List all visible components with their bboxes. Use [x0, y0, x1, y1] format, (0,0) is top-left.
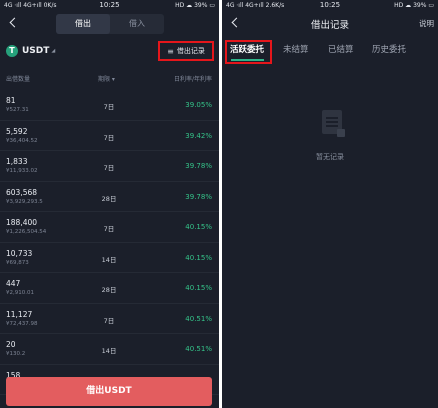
offer-row[interactable]: 11,127 ¥72,437.98 7日 40.51%	[0, 304, 219, 334]
records-tabs: 活跃委托 未结算 已结算 历史委托	[222, 39, 438, 65]
offer-term: 7日	[103, 103, 115, 111]
lend-usdt-button[interactable]: 借出USDT	[6, 377, 212, 406]
offer-term: 7日	[103, 133, 115, 142]
lending-market-panel: 4G ⋅ıll 4G+ıll 0K/s 10:25 HD ☁ 39% ▭ 借出 …	[0, 0, 219, 408]
tab-unsettled[interactable]: 未结算	[283, 43, 309, 55]
status-bar: 4G ⋅ıll 4G+ıll 0K/s 10:25 HD ☁ 39% ▭	[0, 0, 219, 12]
offer-term: 14日	[101, 255, 117, 264]
tab-lend[interactable]: 借出	[56, 14, 110, 34]
caret-down-icon: ◢	[51, 48, 56, 54]
offer-value-cny: ¥36,404.52	[6, 137, 38, 144]
offer-row[interactable]: 81 ¥527.31 7日 39.05%	[0, 90, 219, 121]
offer-quantity: 5,592	[6, 126, 28, 136]
offer-term: 7日	[103, 316, 115, 325]
offer-row[interactable]: 20 ¥130.2 14日 40.51%	[0, 334, 219, 365]
offer-quantity: 447	[6, 279, 21, 288]
offer-term: 14日	[101, 347, 117, 355]
offer-value-cny: ¥130.2	[6, 351, 26, 357]
offer-quantity: 10,733	[6, 248, 33, 258]
offer-rate: 39.05%	[185, 101, 212, 109]
offer-value-cny: ¥527.31	[6, 107, 29, 113]
offer-row[interactable]: 603,568 ¥3,929,293.5 28日 39.78%	[0, 182, 219, 212]
offer-rate: 40.51%	[185, 345, 212, 353]
page-title: 借出记录	[310, 20, 349, 31]
offer-quantity: 11,127	[6, 309, 33, 319]
offer-value-cny: ¥11,933.02	[6, 168, 38, 174]
offer-quantity: 603,568	[6, 187, 38, 197]
status-bar: 4G ⋅ıll 4G+ıll 2.6K/s 10:25 HD ☁ 39% ▭	[222, 0, 438, 12]
coin-selector[interactable]: T USDT ◢	[6, 44, 55, 58]
offer-term: 28日	[101, 286, 117, 294]
lending-offers-table: 81 ¥527.31 7日 39.05% 5,592 ¥36,404.52 7日 39.42%…	[0, 90, 219, 395]
offer-rate: 40.51%	[185, 314, 212, 323]
column-header-rate: 日利率/年利率	[173, 76, 212, 83]
offer-rate: 39.78%	[185, 192, 212, 201]
help-link[interactable]: 说明	[419, 18, 434, 29]
offer-term: 7日	[103, 164, 115, 172]
offer-row[interactable]: 5,592 ¥36,404.52 7日 39.42%	[0, 121, 219, 151]
lending-records-panel: 4G ⋅ıll 4G+ıll 2.6K/s 10:25 HD ☁ 39% ▭ 借…	[222, 0, 438, 408]
empty-state-text: 暂无记录	[316, 153, 344, 161]
offer-rate: 40.15%	[185, 223, 212, 231]
offer-rate: 40.15%	[185, 253, 212, 262]
column-header-term[interactable]: 期限 ▾	[98, 74, 115, 83]
column-header-term-label: 期限	[98, 76, 111, 83]
offer-value-cny: ¥69,873	[6, 259, 29, 266]
offer-value-cny: ¥1,226,504.54	[6, 229, 47, 235]
offer-row[interactable]: 1,833 ¥11,933.02 7日 39.78%	[0, 151, 219, 182]
coin-name: USDT	[22, 46, 50, 56]
offer-quantity: 81	[6, 96, 16, 105]
offer-rate: 39.78%	[185, 162, 212, 170]
status-battery: HD ☁ 39% ▭	[175, 2, 215, 9]
offer-term: 28日	[101, 194, 117, 203]
status-battery: HD ☁ 39% ▭	[394, 2, 434, 9]
offer-quantity: 1,833	[6, 157, 28, 166]
column-header-quantity: 出借数量	[6, 76, 31, 83]
offer-value-cny: ¥2,910.01	[6, 290, 34, 296]
offer-value-cny: ¥3,929,293.5	[6, 198, 43, 205]
offer-quantity: 188,400	[6, 218, 38, 227]
lending-records-button[interactable]: ≡ 借出记录	[158, 41, 214, 61]
list-icon: ≡	[167, 46, 174, 56]
offer-rate: 39.42%	[185, 131, 212, 140]
offer-rate: 40.15%	[185, 284, 212, 292]
tab-settled[interactable]: 已结算	[328, 43, 354, 55]
back-arrow-icon[interactable]	[8, 16, 18, 30]
tab-order-history[interactable]: 历史委托	[372, 43, 406, 55]
lending-records-label: 借出记录	[176, 47, 205, 55]
tether-coin-icon: T	[6, 45, 18, 57]
tab-borrow[interactable]: 借入	[110, 14, 164, 34]
lend-borrow-toggle: 借出 借入	[56, 14, 164, 34]
offer-row[interactable]: 10,733 ¥69,873 14日 40.15%	[0, 243, 219, 273]
offer-row[interactable]: 447 ¥2,910.01 28日 40.15%	[0, 273, 219, 304]
offer-term: 7日	[103, 225, 115, 233]
offer-quantity: 20	[6, 340, 16, 349]
active-tab-underline	[231, 59, 264, 61]
document-icon	[322, 110, 345, 137]
offer-row[interactable]: 188,400 ¥1,226,504.54 7日 40.15%	[0, 212, 219, 243]
offer-value-cny: ¥72,437.98	[6, 320, 38, 327]
